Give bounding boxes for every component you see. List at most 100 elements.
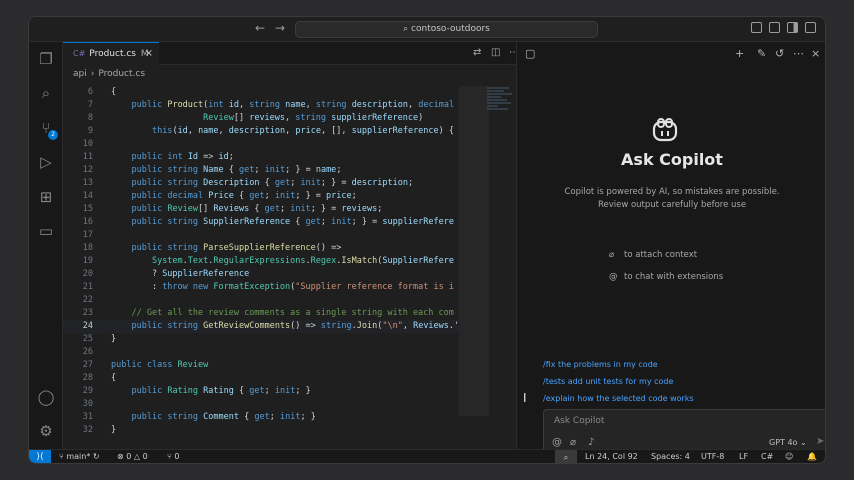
- editor-scrollbar[interactable]: [459, 86, 489, 416]
- line-number: 29: [82, 386, 93, 396]
- code-line[interactable]: 29 public Rating Rating { get; init; }: [63, 385, 459, 398]
- line-number: 12: [82, 165, 93, 175]
- zoom-icon[interactable]: ⌕: [555, 450, 577, 463]
- code-line[interactable]: 6{: [63, 86, 459, 99]
- code-line[interactable]: 16 public string SupplierReference { get…: [63, 216, 459, 229]
- code-line[interactable]: 24 public string GetReviewComments() => …: [63, 320, 459, 333]
- code-line[interactable]: 26: [63, 346, 459, 359]
- code-line[interactable]: 7 public Product(int id, string name, st…: [63, 99, 459, 112]
- toggle-secondary-sidebar-icon[interactable]: [787, 22, 798, 33]
- remote-indicator-icon[interactable]: ⟩⟨: [29, 450, 51, 463]
- code-line[interactable]: 14 public decimal Price { get; init; } =…: [63, 190, 459, 203]
- breadcrumb-folder[interactable]: api: [73, 69, 87, 79]
- remote-explorer-icon[interactable]: ▭: [37, 222, 55, 240]
- copilot-status-icon[interactable]: ☺: [785, 452, 793, 461]
- copilot-chat-panel: ▢ + ✎ ↺ ⋯ × Ask Copilot Copilot is power…: [517, 42, 825, 456]
- split-editor-icon[interactable]: ◫: [491, 47, 500, 58]
- ports-indicator[interactable]: ⑂ 0: [167, 452, 179, 461]
- editor-group: C# Product.cs M × ⇄ ◫ ⋯ api › Product.cs 6{…: [63, 42, 519, 449]
- line-text: {: [111, 373, 117, 383]
- search-icon: ⌕: [403, 24, 412, 34]
- attach-icon[interactable]: ⌀: [570, 437, 576, 448]
- code-line[interactable]: 21 : throw new FormatException("Supplier…: [63, 281, 459, 294]
- hint-attach-text: to attach context: [624, 250, 698, 260]
- send-icon[interactable]: ➤: [816, 436, 824, 447]
- extensions-icon[interactable]: ⊞: [37, 188, 55, 206]
- settings-gear-icon[interactable]: ⚙: [37, 422, 55, 440]
- new-chat-icon[interactable]: +: [735, 47, 744, 60]
- line-number: 24: [82, 321, 93, 331]
- end-of-line[interactable]: LF: [739, 452, 748, 461]
- search-icon[interactable]: ⌕: [37, 84, 55, 102]
- close-panel-icon[interactable]: ×: [811, 47, 820, 60]
- language-mode[interactable]: C#: [761, 452, 773, 461]
- encoding[interactable]: UTF-8: [701, 452, 724, 461]
- code-line[interactable]: 18 public string ParseSupplierReference(…: [63, 242, 459, 255]
- back-arrow-icon[interactable]: ←: [255, 21, 265, 35]
- code-line[interactable]: 30: [63, 398, 459, 411]
- code-line[interactable]: 27 public class Review: [63, 359, 459, 372]
- line-number: 16: [82, 217, 93, 227]
- open-changes-icon[interactable]: ⇄: [473, 47, 481, 58]
- run-debug-icon[interactable]: ▷: [37, 153, 55, 171]
- chat-title: Ask Copilot: [621, 150, 723, 169]
- forward-arrow-icon[interactable]: →: [275, 21, 285, 35]
- line-text: }: [111, 425, 117, 435]
- code-line[interactable]: 25}: [63, 333, 459, 346]
- account-icon[interactable]: ◯: [37, 388, 55, 406]
- cursor-position[interactable]: Ln 24, Col 92: [585, 452, 638, 461]
- code-line[interactable]: 20 ? SupplierReference: [63, 268, 459, 281]
- microphone-icon[interactable]: ♪: [588, 437, 594, 448]
- more-actions-icon[interactable]: ⋯: [793, 47, 804, 60]
- branch-indicator[interactable]: ⑂ main* ↻: [59, 452, 100, 461]
- code-line[interactable]: 23 // Get all the review comments as a s…: [63, 307, 459, 320]
- breadcrumb-file[interactable]: Product.cs: [98, 69, 145, 79]
- code-line[interactable]: 31 public string Comment { get; init; }: [63, 411, 459, 424]
- csharp-file-icon: C#: [73, 49, 86, 58]
- line-text: public Product(int id, string name, stri…: [131, 100, 455, 110]
- suggestion-explain[interactable]: /explain how the selected code works: [543, 394, 694, 403]
- line-text: // Get all the review comments as a sing…: [131, 308, 454, 318]
- chat-input-placeholder: Ask Copilot: [554, 416, 605, 426]
- code-editor[interactable]: 6{7 public Product(int id, string name, …: [63, 86, 459, 449]
- breadcrumb: api › Product.cs: [73, 69, 146, 79]
- command-center-search[interactable]: ⌕ contoso-outdoors: [295, 21, 598, 38]
- suggestion-fix[interactable]: /fix the problems in my code: [543, 360, 658, 369]
- line-number: 22: [82, 295, 93, 305]
- tab-product-cs[interactable]: C# Product.cs M ×: [63, 42, 159, 65]
- close-tab-icon[interactable]: ×: [145, 43, 153, 65]
- code-line[interactable]: 9 this(id, name, description, price, [],…: [63, 125, 459, 138]
- edit-icon[interactable]: ✎: [757, 47, 766, 60]
- suggestion-tests[interactable]: /tests add unit tests for my code: [543, 377, 673, 386]
- toggle-sidebar-icon[interactable]: [751, 22, 762, 33]
- line-number: 13: [82, 178, 93, 188]
- line-number: 7: [87, 100, 93, 110]
- toggle-panel-icon[interactable]: [769, 22, 780, 33]
- code-line[interactable]: 15 public Review[] Reviews { get; init; …: [63, 203, 459, 216]
- line-text: : throw new FormatException("Supplier re…: [111, 282, 454, 292]
- mouse-cursor-icon: I: [523, 391, 527, 405]
- notifications-bell-icon[interactable]: 🔔: [807, 452, 817, 461]
- code-line[interactable]: 10: [63, 138, 459, 151]
- explorer-icon[interactable]: ❐: [37, 50, 55, 68]
- code-line[interactable]: 22: [63, 294, 459, 307]
- line-number: 30: [82, 399, 93, 409]
- code-line[interactable]: 8 Review[] reviews, string supplierRefer…: [63, 112, 459, 125]
- chat-view-icon: ▢: [525, 47, 536, 60]
- code-line[interactable]: 32}: [63, 424, 459, 437]
- model-picker[interactable]: GPT 4o ⌄: [769, 438, 807, 447]
- minimap[interactable]: [487, 86, 515, 126]
- code-line[interactable]: 12 public string Name { get; init; } = n…: [63, 164, 459, 177]
- problems-indicator[interactable]: ⊗ 0 △ 0: [117, 452, 148, 461]
- code-line[interactable]: 17: [63, 229, 459, 242]
- indentation[interactable]: Spaces: 4: [651, 452, 690, 461]
- history-icon[interactable]: ↺: [775, 47, 784, 60]
- code-line[interactable]: 11 public int Id => id;: [63, 151, 459, 164]
- code-line[interactable]: 28 {: [63, 372, 459, 385]
- customize-layout-icon[interactable]: [805, 22, 816, 33]
- mention-icon[interactable]: @: [552, 437, 562, 448]
- line-text: ? SupplierReference: [111, 269, 250, 279]
- code-line[interactable]: 19 System.Text.RegularExpressions.Regex.…: [63, 255, 459, 268]
- line-text: public class Review: [111, 360, 209, 370]
- code-line[interactable]: 13 public string Description { get; init…: [63, 177, 459, 190]
